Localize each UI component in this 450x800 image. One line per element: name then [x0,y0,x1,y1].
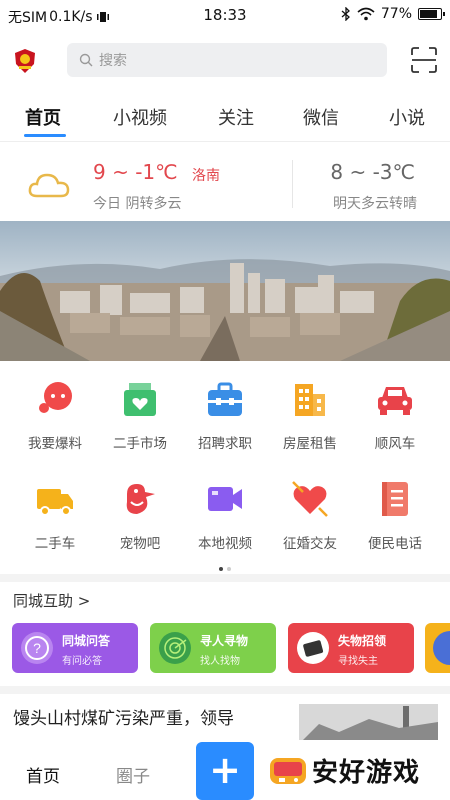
category-tabs: 首页 小视频 关注 微信 小说 [0,90,450,142]
grid-item-pets[interactable]: 宠物吧 [95,472,185,552]
active-tab-indicator [24,134,66,137]
grid-item-report[interactable]: 我要爆料 [10,372,100,452]
card-subtitle: 寻找失主 [338,656,378,667]
grid-item-label: 便民电话 [368,536,422,552]
news-thumbnail [299,704,438,740]
card-next-icon [433,631,450,665]
video-camera-icon [208,487,242,511]
briefcase-icon [208,382,242,416]
grid-item-phonebook[interactable]: 便民电话 [350,472,440,552]
weather-divider [292,160,293,208]
scan-icon[interactable] [410,46,438,74]
nav-circle[interactable]: 圈子 [116,762,150,787]
watermark: 安好游戏 [264,746,450,800]
bottom-nav: 首页 圈子 + 安好游戏 [0,740,450,800]
search-placeholder: 搜索 [99,53,127,69]
truck-icon [37,489,73,516]
radar-icon [159,632,191,664]
grid-page-indicator [0,556,450,575]
news-item[interactable]: 馒头山村煤矿污染严重，领导 [0,700,450,740]
mutual-help-link[interactable]: 同城互助 > [13,590,90,611]
search-header: 搜索 [0,38,450,82]
publish-button[interactable]: + [196,742,254,800]
section-divider [0,686,450,694]
cloudy-icon [28,173,70,198]
svg-text:?: ? [33,640,41,656]
tab-short-video[interactable]: 小视频 [113,104,167,130]
tomorrow-forecast: 明天多云转晴 [333,196,417,212]
chat-bubble-icon [39,382,72,413]
heart-icon [292,481,328,517]
question-icon: ? [21,632,53,664]
grid-item-used-cars[interactable]: 二手车 [10,472,100,552]
card-partial-next[interactable] [425,623,450,673]
car-icon [378,387,412,415]
market-bag-icon [124,383,156,416]
mutual-help-cards: ? 同城问答 有问必答 寻人寻物 找人找物 失物招领 寻找失主 [0,623,450,675]
card-city-qa[interactable]: ? 同城问答 有问必答 [12,623,138,673]
grid-item-label: 招聘求职 [198,436,252,452]
card-lost-found[interactable]: 失物招领 寻找失主 [288,623,414,673]
wallet-icon [297,632,329,664]
city-banner-image[interactable] [0,221,450,361]
card-title: 寻人寻物 [200,634,249,648]
card-title: 同城问答 [62,634,111,648]
grid-item-label: 二手市场 [113,436,167,452]
grid-item-label: 我要爆料 [28,436,82,452]
grid-item-housing[interactable]: 房屋租售 [265,372,355,452]
battery-percent: 77% [380,6,412,22]
card-title: 失物招领 [338,634,387,648]
grid-item-dating[interactable]: 征婚交友 [265,472,355,552]
tab-novel[interactable]: 小说 [389,104,425,130]
status-bar: 无SIM 0.1K/s 18:33 77% [0,0,450,32]
today-forecast: 今日 阴转多云 [93,196,182,212]
search-input[interactable]: 搜索 [67,43,387,77]
grid-item-label: 房屋租售 [283,436,337,452]
today-temperature: 9 ~ -1℃ [93,160,178,184]
watermark-text: 安好游戏 [312,758,421,788]
building-icon [295,384,325,416]
weather-widget[interactable]: 9 ~ -1℃ 洛南 今日 阴转多云 8 ~ -3℃ 明天多云转晴 [0,148,450,220]
battery-icon [418,8,445,20]
nav-home[interactable]: 首页 [26,762,60,787]
grid-item-label: 二手车 [34,536,76,552]
city-name: 洛南 [192,168,220,184]
tab-home[interactable]: 首页 [25,104,61,130]
phonebook-icon [382,482,408,516]
bird-icon [126,484,155,514]
app-screen: 无SIM 0.1K/s 18:33 77% 搜索 首页 小视频 关注 微信 小说… [0,0,450,800]
grid-item-secondhand-market[interactable]: 二手市场 [95,372,185,452]
grid-item-jobs[interactable]: 招聘求职 [180,372,270,452]
card-subtitle: 找人找物 [200,656,240,667]
game-controller-icon [270,758,306,784]
section-divider [0,574,450,582]
grid-item-label: 宠物吧 [119,536,161,552]
grid-item-local-video[interactable]: 本地视频 [180,472,270,552]
grid-item-label: 本地视频 [198,536,252,552]
news-title: 馒头山村煤矿污染严重，领导 [13,709,234,729]
service-grid: 我要爆料 二手市场 招聘求职 房屋租售 顺风车 二手车 宠物吧 本地视频 征婚交… [0,372,450,572]
wifi-icon [357,7,375,21]
grid-item-carpool[interactable]: 顺风车 [350,372,440,452]
card-find-people[interactable]: 寻人寻物 找人找物 [150,623,276,673]
search-icon [79,53,93,67]
bluetooth-icon [341,7,350,21]
grid-item-label: 征婚交友 [283,536,337,552]
grid-item-label: 顺风车 [374,436,416,452]
tab-wechat[interactable]: 微信 [303,104,339,130]
tab-follow[interactable]: 关注 [218,104,254,130]
tomorrow-temperature: 8 ~ -3℃ [330,160,415,184]
card-subtitle: 有问必答 [62,656,102,667]
police-badge-icon[interactable] [14,48,36,74]
